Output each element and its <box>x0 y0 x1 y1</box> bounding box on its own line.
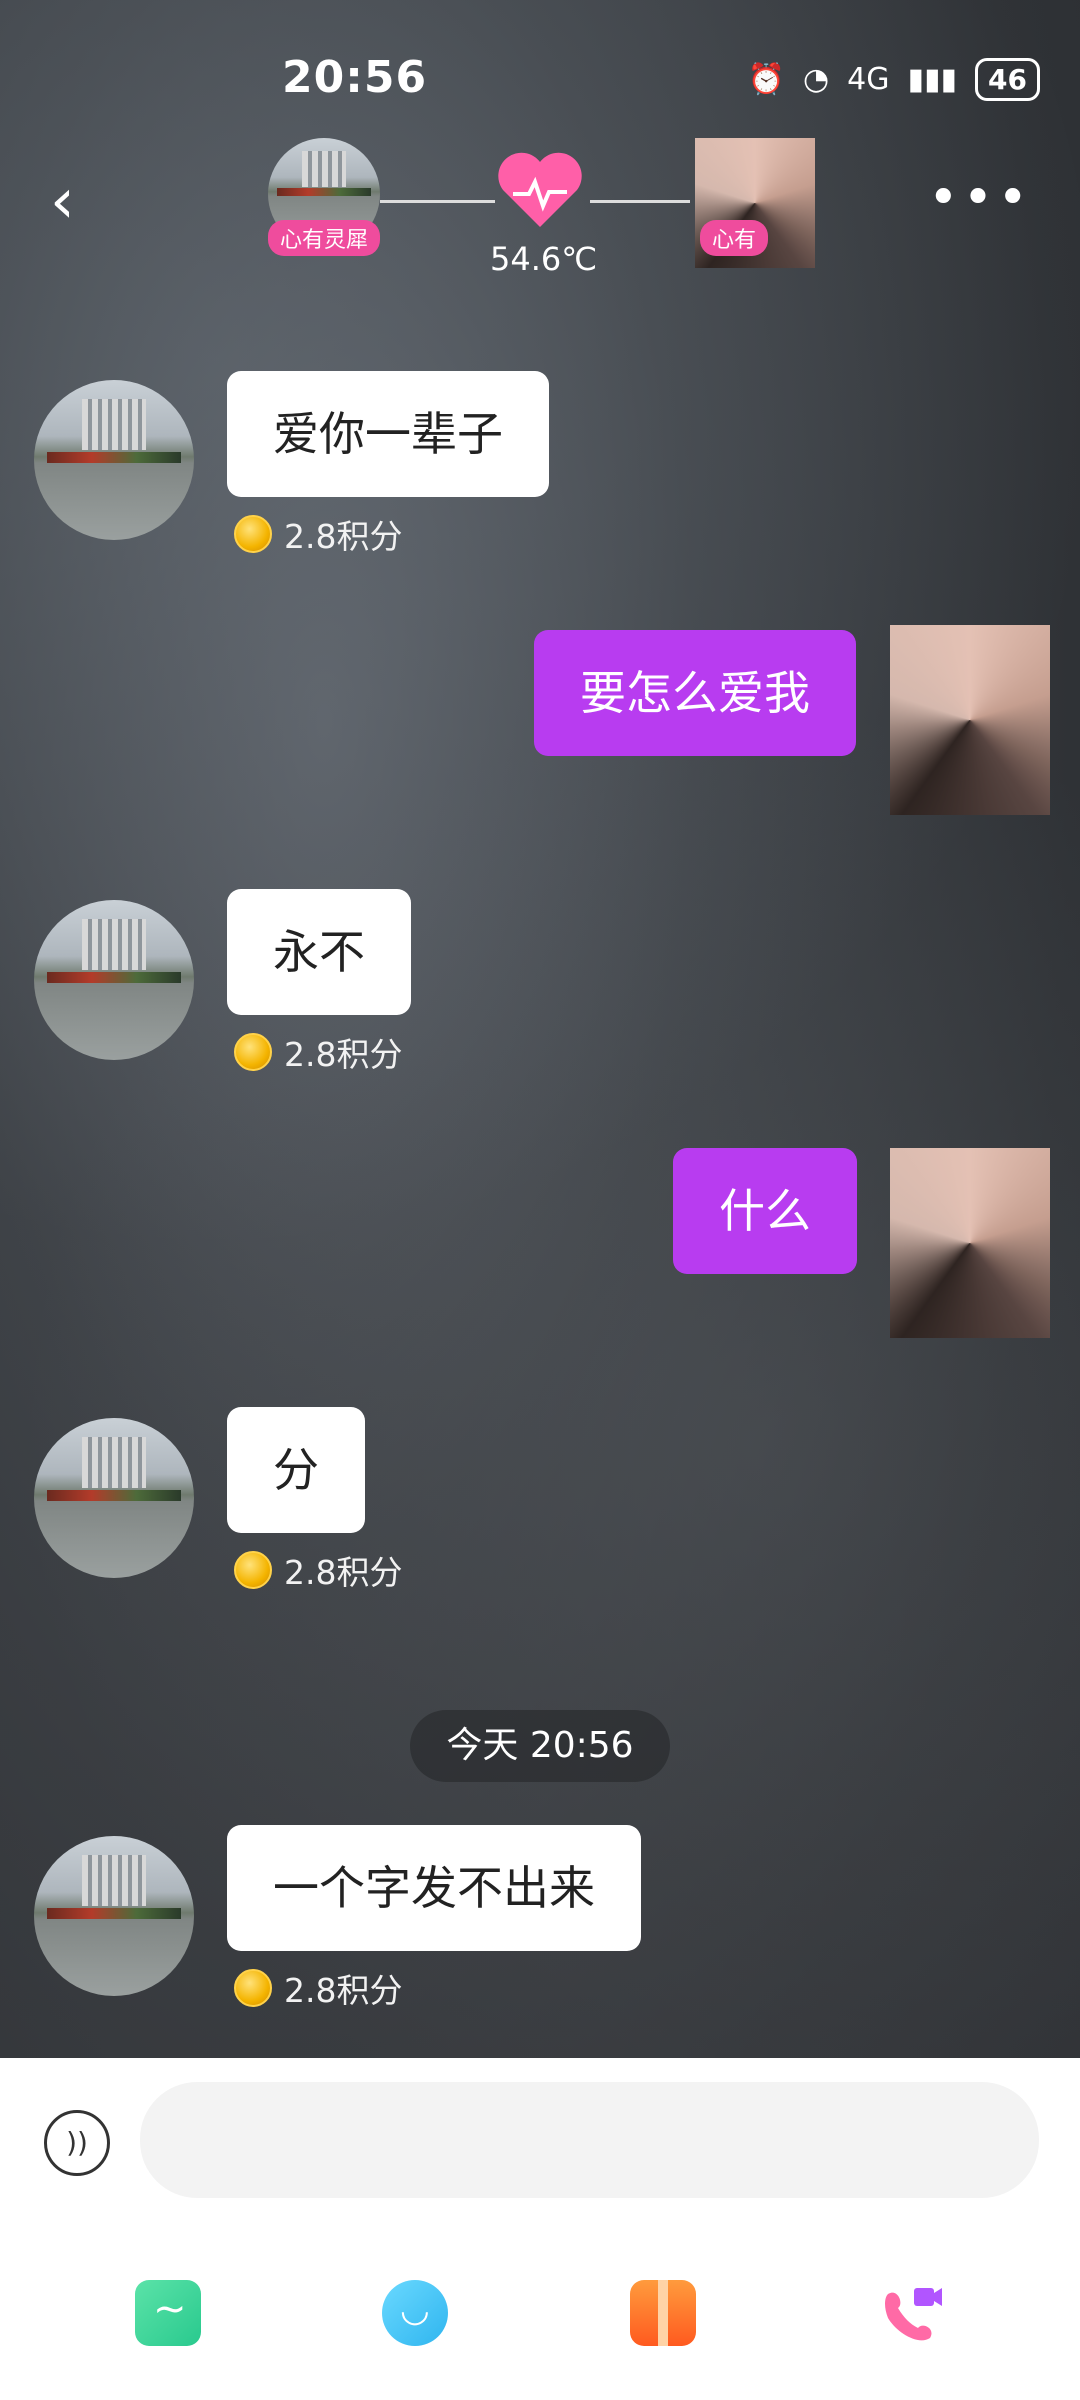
wifi-icon: ◔ <box>802 62 830 97</box>
partner-relationship-tag: 心有灵犀 <box>268 220 381 256</box>
message-timestamp: 今天 20:56 <box>410 1710 670 1782</box>
coin-icon <box>234 1551 272 1589</box>
coin-icon <box>234 1033 272 1071</box>
message-input[interactable] <box>140 2082 1039 2198</box>
battery-indicator: 46 <box>975 58 1040 101</box>
outgoing-message[interactable]: 要怎么爱我 <box>534 630 856 756</box>
incoming-message[interactable]: 分 <box>227 1407 365 1533</box>
status-bar: 20:56 ⏰ ◔ 4G ▮▮▮ 46 <box>0 0 1080 150</box>
more-options-button[interactable]: ••• <box>928 172 1032 224</box>
partner-message-avatar[interactable] <box>34 900 194 1060</box>
chat-header: ‹ 心有灵犀 54.6℃ 心有 ••• <box>0 130 1080 280</box>
image-icon[interactable] <box>135 2280 201 2346</box>
partner-message-avatar[interactable] <box>34 380 194 540</box>
alarm-icon: ⏰ <box>747 62 785 97</box>
partner-message-avatar[interactable] <box>34 1836 194 1996</box>
chat-toolbar <box>0 2258 1080 2368</box>
coin-icon <box>234 515 272 553</box>
signal-icon: ▮▮▮ <box>907 62 958 97</box>
back-button[interactable]: ‹ <box>50 170 75 232</box>
heart-icon <box>498 152 582 227</box>
partner-message-avatar[interactable] <box>34 1418 194 1578</box>
my-relationship-tag: 心有 <box>700 220 769 256</box>
incoming-message[interactable]: 永不 <box>227 889 411 1015</box>
incoming-message[interactable]: 爱你一辈子 <box>227 371 549 497</box>
clock: 20:56 <box>282 52 428 103</box>
message-points: 2.8积分 <box>234 510 402 558</box>
emoji-icon[interactable] <box>382 2280 448 2346</box>
pulse-line-right <box>590 200 690 203</box>
network-label: 4G <box>847 62 890 97</box>
input-panel: )) <box>0 2058 1080 2400</box>
message-points: 2.8积分 <box>234 1028 402 1076</box>
gift-icon[interactable] <box>630 2280 696 2346</box>
message-points: 2.8积分 <box>234 1546 402 1594</box>
message-points: 2.8积分 <box>234 1964 402 2012</box>
my-message-avatar[interactable] <box>890 1148 1050 1338</box>
voice-input-button[interactable]: )) <box>44 2110 110 2176</box>
pulse-line-left <box>380 200 495 203</box>
coin-icon <box>234 1969 272 2007</box>
video-call-icon[interactable] <box>878 2280 944 2346</box>
incoming-message[interactable]: 一个字发不出来 <box>227 1825 641 1951</box>
outgoing-message[interactable]: 什么 <box>673 1148 857 1274</box>
intimacy-temperature: 54.6℃ <box>490 240 598 278</box>
my-message-avatar[interactable] <box>890 625 1050 815</box>
status-icons: ⏰ ◔ 4G ▮▮▮ 46 <box>748 58 1040 101</box>
